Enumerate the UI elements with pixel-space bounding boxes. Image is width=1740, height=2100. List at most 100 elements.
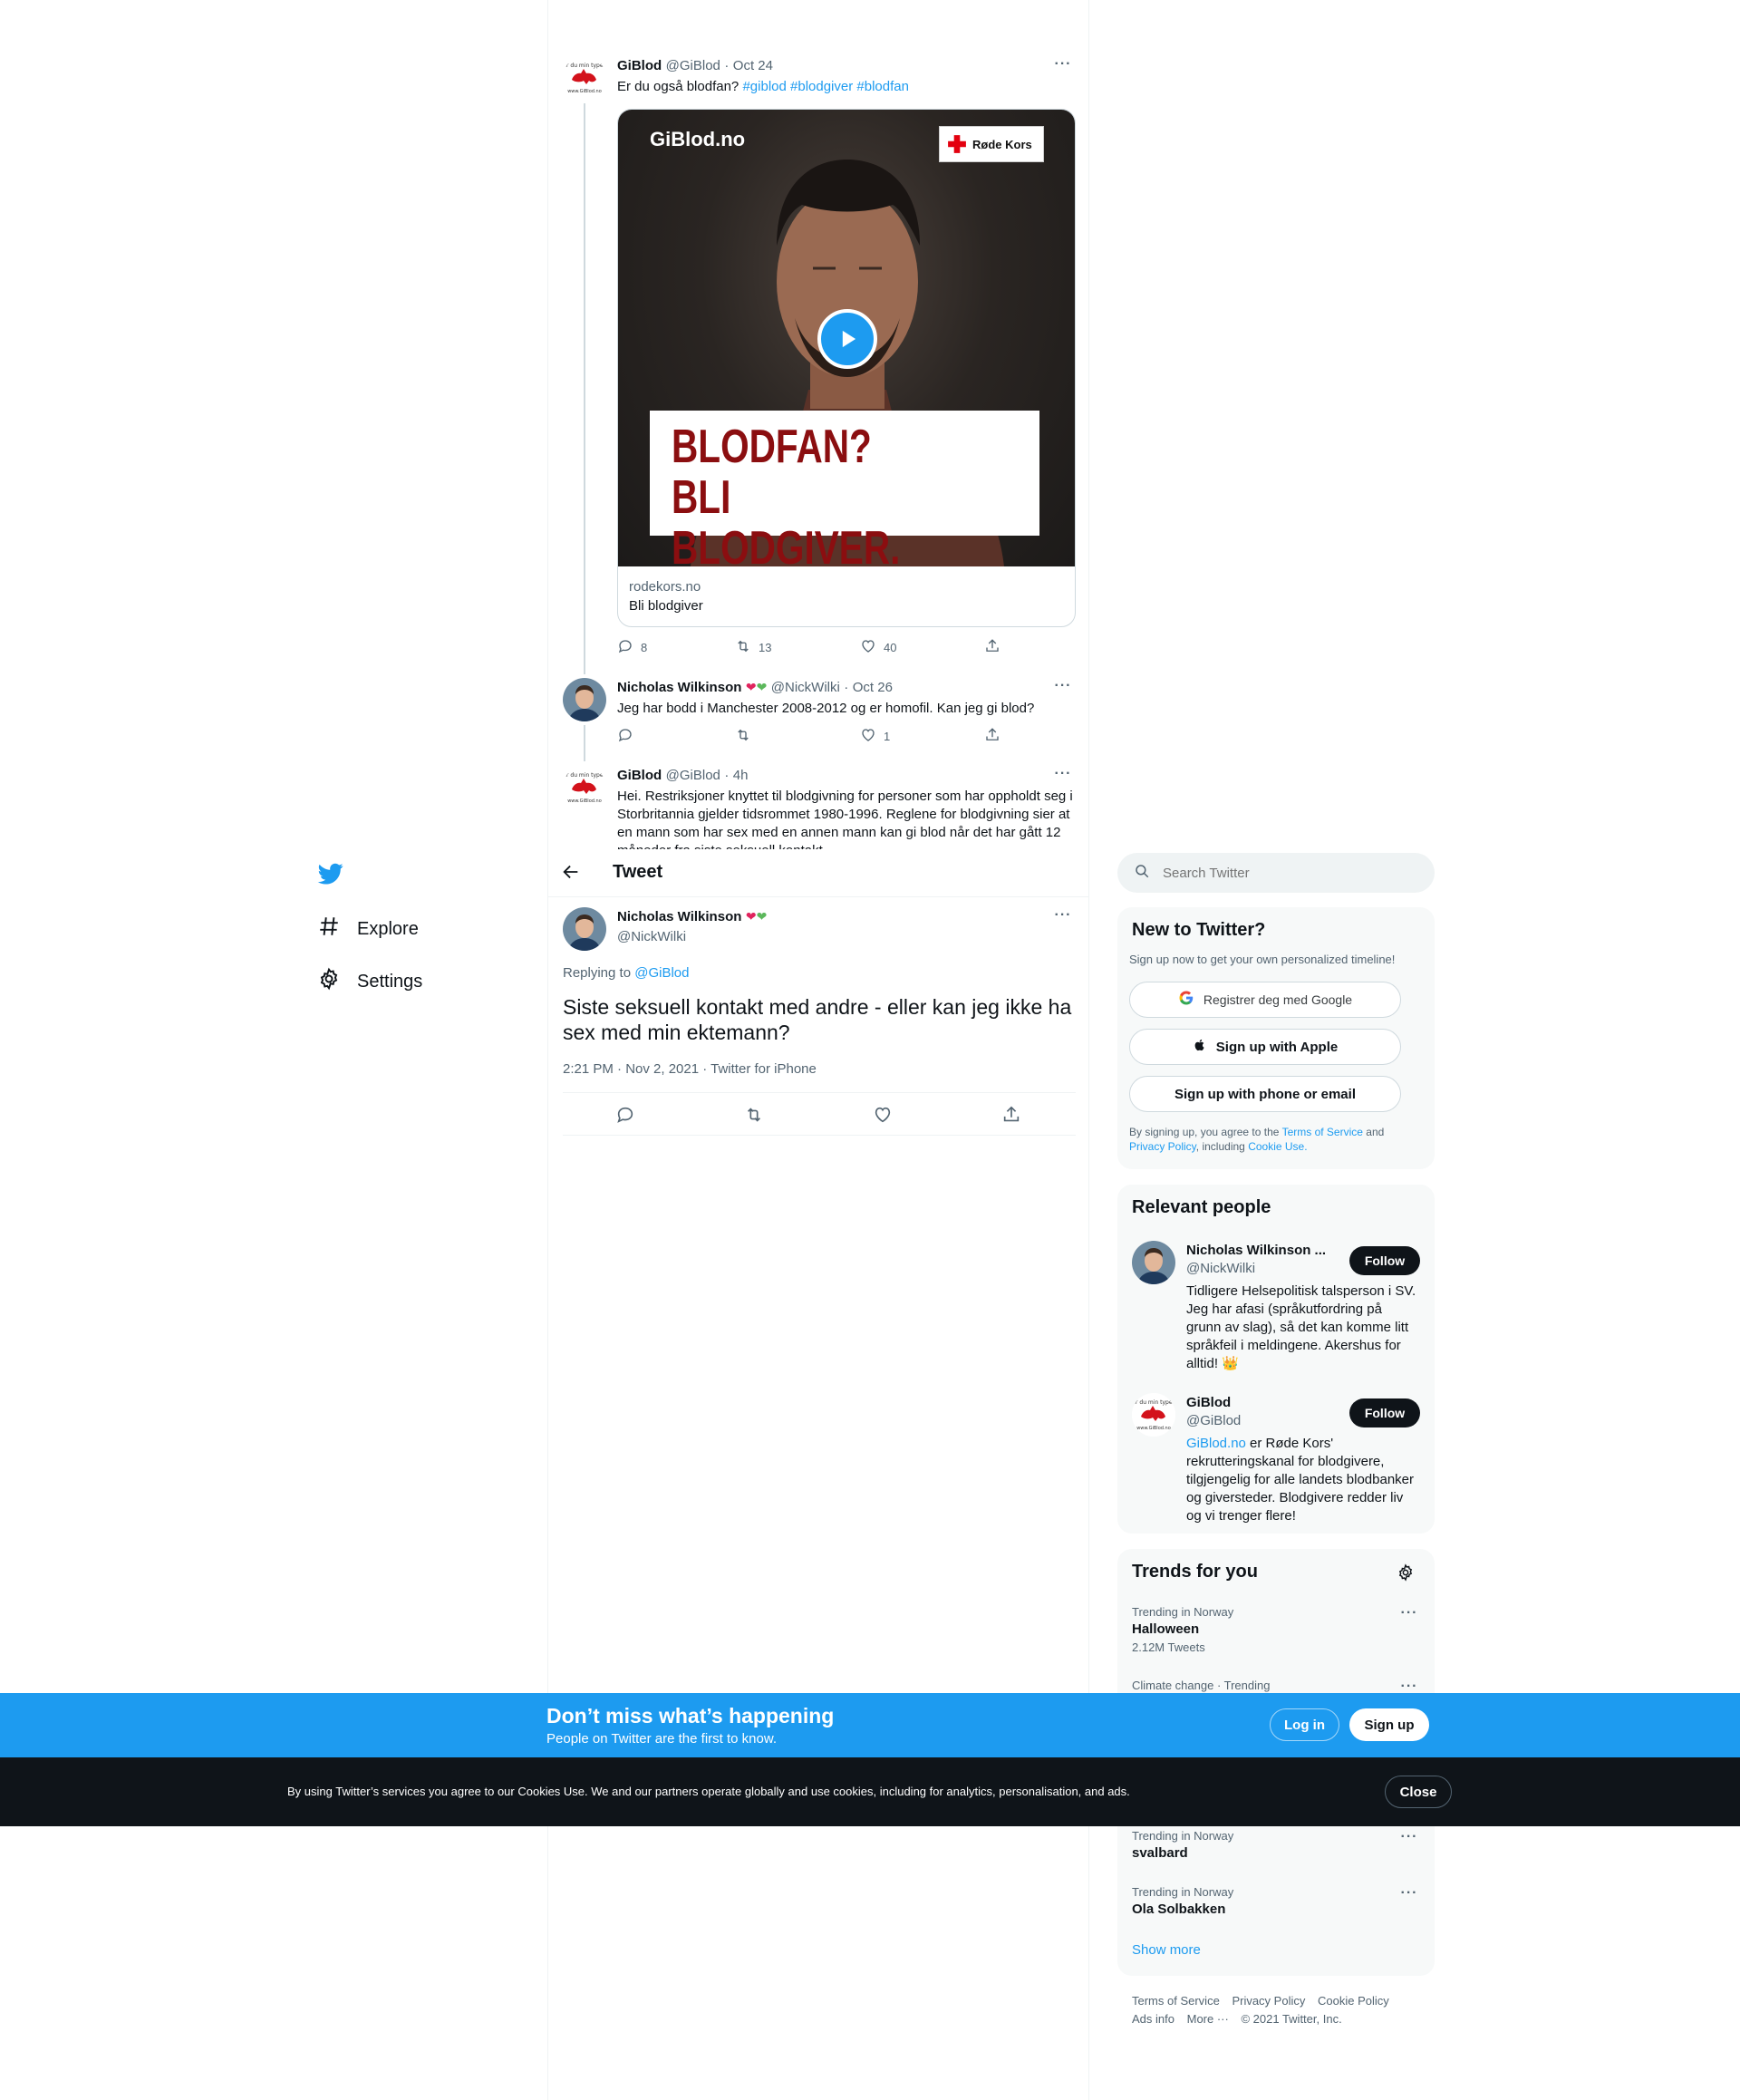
author-name[interactable]: GiBlod: [617, 768, 662, 783]
author-handle[interactable]: @NickWilki: [771, 680, 840, 695]
thread-connector: [584, 103, 585, 674]
bio-link[interactable]: GiBlod.no: [1186, 1436, 1246, 1451]
card-brand: GiBlod.no: [650, 128, 746, 150]
person-name[interactable]: GiBlod: [1186, 1395, 1231, 1410]
more-options-icon[interactable]: ···: [1398, 1605, 1420, 1623]
more-options-icon[interactable]: ···: [1052, 766, 1074, 784]
video-thumbnail[interactable]: GiBlod.no Røde Kors BLODFAN? BLI BLODGIV…: [618, 110, 1075, 574]
person-giblod[interactable]: Er du min type? www.GiBlod.no GiBlod @GiB…: [1132, 1393, 1420, 1529]
author-handle[interactable]: @GiBlod: [666, 768, 720, 783]
person-handle: @GiBlod: [1186, 1413, 1242, 1428]
nav-explore-label: Explore: [357, 918, 419, 939]
signup-button[interactable]: Sign up: [1349, 1708, 1429, 1741]
footer-terms[interactable]: Terms of Service: [1132, 1994, 1220, 2008]
trend-item[interactable]: Trending in Norway svalbard ···: [1132, 1829, 1420, 1861]
giblod-avatar[interactable]: Er du min type? www.GiBlod.no: [563, 766, 606, 809]
trend-item[interactable]: Trending in Norway Halloween 2.12M Tweet…: [1132, 1605, 1420, 1654]
nav-settings[interactable]: Settings: [317, 967, 422, 996]
author-handle[interactable]: @GiBlod: [666, 58, 720, 73]
follow-button[interactable]: Follow: [1349, 1246, 1420, 1275]
apple-signup-button[interactable]: Sign up with Apple: [1129, 1029, 1401, 1065]
replying-handle-link[interactable]: @GiBlod: [634, 965, 689, 981]
nicholas-avatar[interactable]: [563, 907, 606, 951]
heart-icon: [873, 1107, 893, 1128]
retweet-icon: [744, 1108, 764, 1128]
footer-copyright: © 2021 Twitter, Inc.: [1241, 2012, 1342, 2026]
reply-button[interactable]: [615, 1105, 635, 1129]
retweet-icon: [735, 638, 751, 657]
signup-card: New to Twitter? Sign up now to get your …: [1117, 907, 1435, 1169]
share-button[interactable]: [984, 638, 1000, 657]
footer-privacy[interactable]: Privacy Policy: [1232, 1994, 1305, 2008]
person-nicholas[interactable]: Nicholas Wilkinson ... @NickWilki Follow…: [1132, 1241, 1420, 1377]
share-button[interactable]: [984, 727, 1000, 746]
main-tweet-text: Siste seksuell kontakt med andre - eller…: [563, 995, 1072, 1044]
trend-item[interactable]: Trending in Norway Ola Solbakken ···: [1132, 1885, 1420, 1917]
author-name[interactable]: Nicholas Wilkinson: [617, 909, 741, 924]
thread-tweet-1[interactable]: Er du min type? www.GiBlod.no GiBlod @GiB…: [563, 56, 1076, 674]
twitter-logo[interactable]: [317, 861, 344, 886]
trends-settings-icon[interactable]: [1397, 1563, 1415, 1586]
giblod-avatar[interactable]: Er du min type? www.GiBlod.no: [563, 56, 606, 100]
tweet-date[interactable]: Oct 24: [733, 58, 773, 73]
tweet-text: Hei. Restriksjoner knyttet til blodgivni…: [617, 789, 1073, 849]
tweet-date[interactable]: 4h: [733, 768, 749, 783]
footer-more[interactable]: More ···: [1187, 2012, 1229, 2026]
like-button[interactable]: 1: [860, 727, 890, 746]
retweet-button[interactable]: 13: [735, 638, 771, 657]
like-button[interactable]: 40: [860, 638, 896, 657]
hashtag-link[interactable]: #blodfan: [856, 79, 909, 94]
author-name[interactable]: GiBlod: [617, 58, 662, 73]
svg-text:www.GiBlod.no: www.GiBlod.no: [567, 89, 602, 94]
reply-button[interactable]: 8: [617, 638, 647, 657]
reply-icon: [615, 1107, 635, 1128]
follow-button[interactable]: Follow: [1349, 1398, 1420, 1427]
main-actions: [563, 1092, 1076, 1136]
footer-cookie[interactable]: Cookie Policy: [1318, 1994, 1389, 2008]
link-card[interactable]: GiBlod.no Røde Kors BLODFAN? BLI BLODGIV…: [617, 109, 1076, 627]
apple-signup-label: Sign up with Apple: [1215, 1039, 1339, 1055]
more-options-icon[interactable]: ···: [1052, 56, 1074, 74]
giblod-avatar[interactable]: Er du min type? www.GiBlod.no: [1132, 1393, 1175, 1437]
reply-button[interactable]: [617, 727, 641, 746]
more-options-icon[interactable]: ···: [1398, 1885, 1420, 1903]
cookie-use-link[interactable]: Cookie Use.: [1248, 1140, 1307, 1153]
play-button[interactable]: [817, 309, 877, 369]
hashtag-link[interactable]: #blodgiver: [790, 79, 853, 94]
share-button[interactable]: [1001, 1105, 1021, 1129]
privacy-link[interactable]: Privacy Policy: [1129, 1140, 1196, 1153]
terms-link[interactable]: Terms of Service: [1282, 1126, 1363, 1138]
trend-item[interactable]: Climate change · Trending ···: [1132, 1679, 1420, 1694]
more-options-icon[interactable]: ···: [1052, 678, 1074, 696]
phone-email-signup-button[interactable]: Sign up with phone or email: [1129, 1076, 1401, 1112]
person-bio: Tidligere Helsepolitisk talsperson i SV.…: [1186, 1283, 1416, 1371]
author-handle[interactable]: @NickWilki: [617, 929, 686, 944]
back-arrow-icon[interactable]: [561, 862, 583, 884]
thread-tweet-2[interactable]: Nicholas Wilkinson ❤❤ @NickWilki · Oct 2…: [563, 678, 1074, 761]
cookie-close-button[interactable]: Close: [1385, 1776, 1452, 1808]
login-button[interactable]: Log in: [1270, 1708, 1339, 1741]
author-name[interactable]: Nicholas Wilkinson: [617, 680, 741, 695]
signup-legal: By signing up, you agree to the Terms of…: [1129, 1126, 1385, 1153]
nicholas-avatar[interactable]: [563, 678, 606, 721]
person-name[interactable]: Nicholas Wilkinson ...: [1186, 1243, 1326, 1258]
search-box[interactable]: [1117, 853, 1435, 893]
svg-text:www.GiBlod.no: www.GiBlod.no: [567, 798, 602, 804]
hashtag-link[interactable]: #giblod: [742, 79, 786, 94]
retweet-button[interactable]: [735, 727, 759, 746]
more-options-icon[interactable]: ···: [1398, 1829, 1420, 1847]
search-input[interactable]: [1163, 865, 1398, 881]
tweet-timestamp[interactable]: 2:21 PM · Nov 2, 2021 · Twitter for iPho…: [563, 1061, 817, 1077]
google-signup-button[interactable]: Registrer deg med Google: [1129, 982, 1401, 1018]
show-more-link[interactable]: Show more: [1132, 1942, 1201, 1958]
nicholas-avatar[interactable]: [1132, 1241, 1175, 1284]
footer-ads[interactable]: Ads info: [1132, 2012, 1174, 2026]
like-button[interactable]: [873, 1105, 893, 1129]
nav-explore[interactable]: Explore: [317, 915, 419, 944]
gear-icon: [317, 967, 341, 996]
tweet-date[interactable]: Oct 26: [853, 680, 893, 695]
retweet-button[interactable]: [744, 1105, 764, 1129]
more-options-icon[interactable]: ···: [1052, 907, 1074, 925]
heart-emoji-icons: ❤❤: [745, 680, 768, 694]
thread-tweet-3[interactable]: Er du min type? www.GiBlod.no GiBlod @GiB…: [563, 766, 1074, 849]
